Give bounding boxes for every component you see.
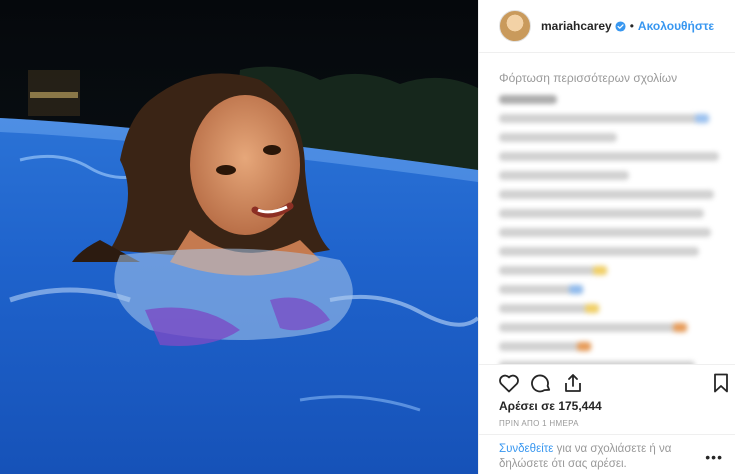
- more-options-icon[interactable]: •••: [705, 449, 723, 465]
- login-prompt: Συνδεθείτε για να σχολιάσετε ή να δηλώσε…: [479, 434, 735, 474]
- verified-badge-icon: [615, 20, 626, 32]
- comments-list[interactable]: Φόρτωση περισσότερων σχολίων: [479, 54, 735, 364]
- list-item: [499, 190, 714, 199]
- list-item: [499, 133, 617, 142]
- blurred-comments: [499, 95, 719, 364]
- list-item: [499, 171, 629, 180]
- list-item: [499, 228, 711, 237]
- list-item: [499, 209, 704, 218]
- list-item: [499, 323, 687, 332]
- list-item: [499, 152, 719, 161]
- list-item: [499, 114, 709, 123]
- likes-count[interactable]: Αρέσει σε 175,444: [499, 399, 602, 413]
- list-item: [499, 342, 591, 351]
- comment-bubble-icon[interactable]: [529, 371, 553, 395]
- post-side-panel: mariahcarey • Ακολουθήστε Φόρτωση περισσ…: [478, 0, 735, 474]
- load-more-comments-link[interactable]: Φόρτωση περισσότερων σχολίων: [499, 71, 716, 85]
- login-link[interactable]: Συνδεθείτε: [499, 443, 553, 455]
- list-item: [499, 285, 583, 294]
- share-icon[interactable]: [561, 371, 585, 395]
- separator-dot: •: [629, 19, 634, 33]
- heart-icon[interactable]: [497, 371, 521, 395]
- avatar[interactable]: [499, 10, 531, 42]
- post-actions-bar: [479, 364, 735, 400]
- post-timestamp: ΠΡΙΝ ΑΠΟ 1 ΗΜΕΡΑ: [499, 419, 579, 428]
- pool-selfie-image: [0, 0, 478, 474]
- list-item: [499, 95, 557, 104]
- post-photo[interactable]: [0, 0, 478, 474]
- bookmark-icon[interactable]: [709, 371, 733, 395]
- follow-button[interactable]: Ακολουθήστε: [638, 19, 714, 33]
- post-header: mariahcarey • Ακολουθήστε: [479, 0, 735, 53]
- list-item: [499, 247, 699, 256]
- username[interactable]: mariahcarey: [541, 19, 612, 33]
- list-item: [499, 304, 599, 313]
- list-item: [499, 266, 607, 275]
